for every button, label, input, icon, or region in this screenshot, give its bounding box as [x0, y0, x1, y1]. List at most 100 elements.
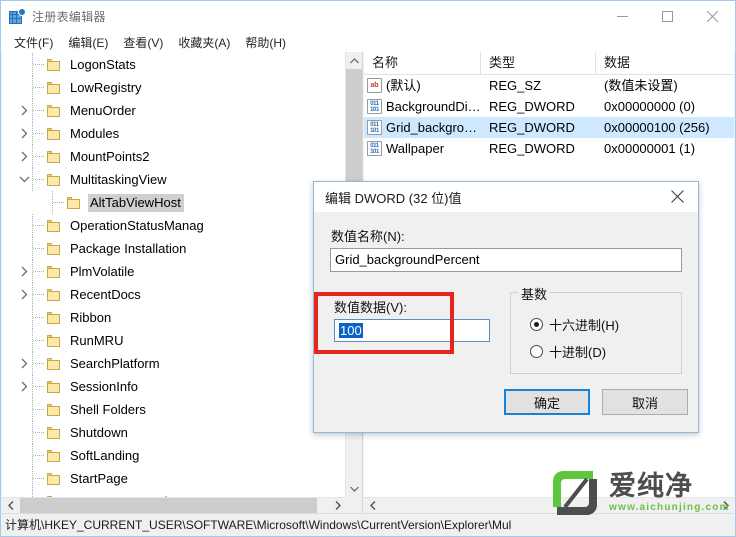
values-scroll-left-icon[interactable] — [364, 498, 381, 513]
dialog-close-icon[interactable] — [656, 182, 698, 211]
tree-connector — [32, 444, 46, 467]
tree-item[interactable]: Ribbon — [2, 306, 346, 329]
tree-item[interactable]: MultitaskingView — [2, 168, 346, 191]
tree-item-label: LogonStats — [70, 56, 136, 72]
menu-view[interactable]: 查看(V) — [117, 32, 172, 53]
value-row[interactable]: 011 101 Grid_backgro… REG_DWORD 0x00000100 (… — [364, 117, 734, 138]
window-controls — [600, 1, 735, 32]
dialog-title: 编辑 DWORD (32 位)值 — [325, 190, 462, 206]
tree-item[interactable]: AltTabViewHost — [2, 191, 346, 214]
base-group-label: 基数 — [518, 284, 551, 303]
watermark-brand: 爱纯净 — [609, 471, 693, 501]
chevron-right-icon[interactable] — [16, 283, 32, 306]
chevron-right-icon[interactable] — [16, 260, 32, 283]
tree-connector — [32, 214, 46, 237]
scroll-right-icon[interactable] — [329, 498, 346, 513]
tree-expander-empty — [16, 421, 32, 444]
menu-edit[interactable]: 编辑(E) — [62, 32, 117, 53]
chevron-right-icon[interactable] — [16, 490, 32, 497]
tree-connector — [52, 191, 66, 214]
value-name-cell: 011 101 Wallpaper — [364, 141, 481, 157]
value-data-text: 0x00000001 (1) — [604, 140, 696, 156]
minimize-button[interactable] — [600, 1, 645, 32]
value-row[interactable]: 011 101 BackgroundDi… REG_DWORD 0x00000000 (… — [364, 96, 734, 117]
tree-item[interactable]: Package Installation — [2, 237, 346, 260]
radio-decimal[interactable]: 十进制(D) — [530, 342, 606, 361]
tree-connector — [32, 122, 46, 145]
value-data-cell: (数值未设置) — [596, 78, 734, 94]
radio-hexadecimal[interactable]: 十六进制(H) — [530, 315, 619, 334]
edit-dword-dialog: 编辑 DWORD (32 位)值 数值名称(N): Grid_backgroun… — [313, 181, 699, 433]
tree-item[interactable]: Shutdown — [2, 421, 346, 444]
scroll-left-icon[interactable] — [2, 498, 19, 513]
tree-hscroll-thumb[interactable] — [20, 498, 317, 513]
column-header-type[interactable]: 类型 — [481, 52, 596, 74]
chevron-right-icon[interactable] — [16, 352, 32, 375]
folder-icon — [46, 265, 62, 279]
maximize-button[interactable] — [645, 1, 690, 32]
chevron-right-icon[interactable] — [16, 99, 32, 122]
scroll-corner — [345, 497, 362, 513]
menu-file[interactable]: 文件(F) — [8, 32, 62, 53]
tree-expander-empty — [16, 214, 32, 237]
menu-favorites[interactable]: 收藏夹(A) — [172, 32, 239, 53]
tree-item[interactable]: Shell Folders — [2, 398, 346, 421]
tree-connector — [32, 306, 46, 329]
chevron-down-icon[interactable] — [16, 168, 32, 191]
folder-icon — [46, 449, 62, 463]
folder-icon — [46, 127, 62, 141]
folder-icon — [46, 288, 62, 302]
tree-expander-empty — [16, 76, 32, 99]
tree-item[interactable]: SearchPlatform — [2, 352, 346, 375]
tree-expander-empty — [16, 329, 32, 352]
folder-icon — [46, 219, 62, 233]
value-name-text: Grid_backgro… — [386, 119, 478, 135]
tree-item[interactable]: PlmVolatile — [2, 260, 346, 283]
tree-item[interactable]: StartPage — [2, 467, 346, 490]
registry-tree[interactable]: LogonStats LowRegistry MenuOrder Modules Mou… — [2, 52, 346, 497]
value-type-cell: REG_DWORD — [481, 120, 596, 136]
chevron-right-icon[interactable] — [16, 145, 32, 168]
column-header-name[interactable]: 名称 — [364, 52, 481, 74]
scroll-down-icon[interactable] — [346, 480, 362, 497]
tree-item[interactable]: RunMRU — [2, 329, 346, 352]
scroll-up-icon[interactable] — [346, 52, 362, 69]
tree-item[interactable]: SoftLanding — [2, 444, 346, 467]
ok-button[interactable]: 确定 — [504, 389, 590, 415]
tree-item-label: Package Installation — [70, 240, 187, 256]
tree-item[interactable]: MenuOrder — [2, 99, 346, 122]
cancel-button[interactable]: 取消 — [602, 389, 688, 415]
folder-icon — [46, 173, 62, 187]
value-row[interactable]: ab (默认) REG_SZ (数值未设置) — [364, 75, 734, 96]
tree-item[interactable]: LowRegistry — [2, 76, 346, 99]
tree-item[interactable]: MountPoints2 — [2, 145, 346, 168]
title-bar: 注册表编辑器 — [1, 1, 735, 32]
tree-item-label: MenuOrder — [70, 102, 136, 118]
column-header-data[interactable]: 数据 — [596, 52, 734, 74]
tree-connector — [32, 490, 46, 497]
folder-icon — [46, 380, 62, 394]
value-name-input[interactable]: Grid_backgroundPercent — [330, 248, 682, 272]
value-name-cell: ab (默认) — [364, 78, 481, 94]
tree-item[interactable]: RecentDocs — [2, 283, 346, 306]
value-data-input[interactable]: 100 — [334, 319, 490, 342]
tree-item[interactable]: LogonStats — [2, 53, 346, 76]
folder-icon — [46, 472, 62, 486]
tree-connector — [32, 53, 46, 76]
radio-hexadecimal-dot — [530, 318, 543, 331]
menu-help[interactable]: 帮助(H) — [239, 32, 295, 53]
tree-item[interactable]: SessionInfo — [2, 375, 346, 398]
tree-item[interactable]: OperationStatusManag — [2, 214, 346, 237]
chevron-right-icon[interactable] — [16, 122, 32, 145]
tree-connector — [32, 329, 46, 352]
value-row[interactable]: 011 101 Wallpaper REG_DWORD 0x00000001 (1) — [364, 138, 734, 159]
tree-item[interactable]: StartupApproved — [2, 490, 346, 497]
chevron-right-icon[interactable] — [16, 375, 32, 398]
value-type-text: REG_DWORD — [489, 140, 575, 156]
tree-item[interactable]: Modules — [2, 122, 346, 145]
tree-connector — [32, 168, 46, 191]
value-data-label: 数值数据(V): — [334, 300, 407, 315]
tree-horizontal-scrollbar[interactable] — [2, 497, 346, 513]
close-button[interactable] — [690, 1, 735, 32]
tree-item-label: SoftLanding — [70, 447, 140, 463]
